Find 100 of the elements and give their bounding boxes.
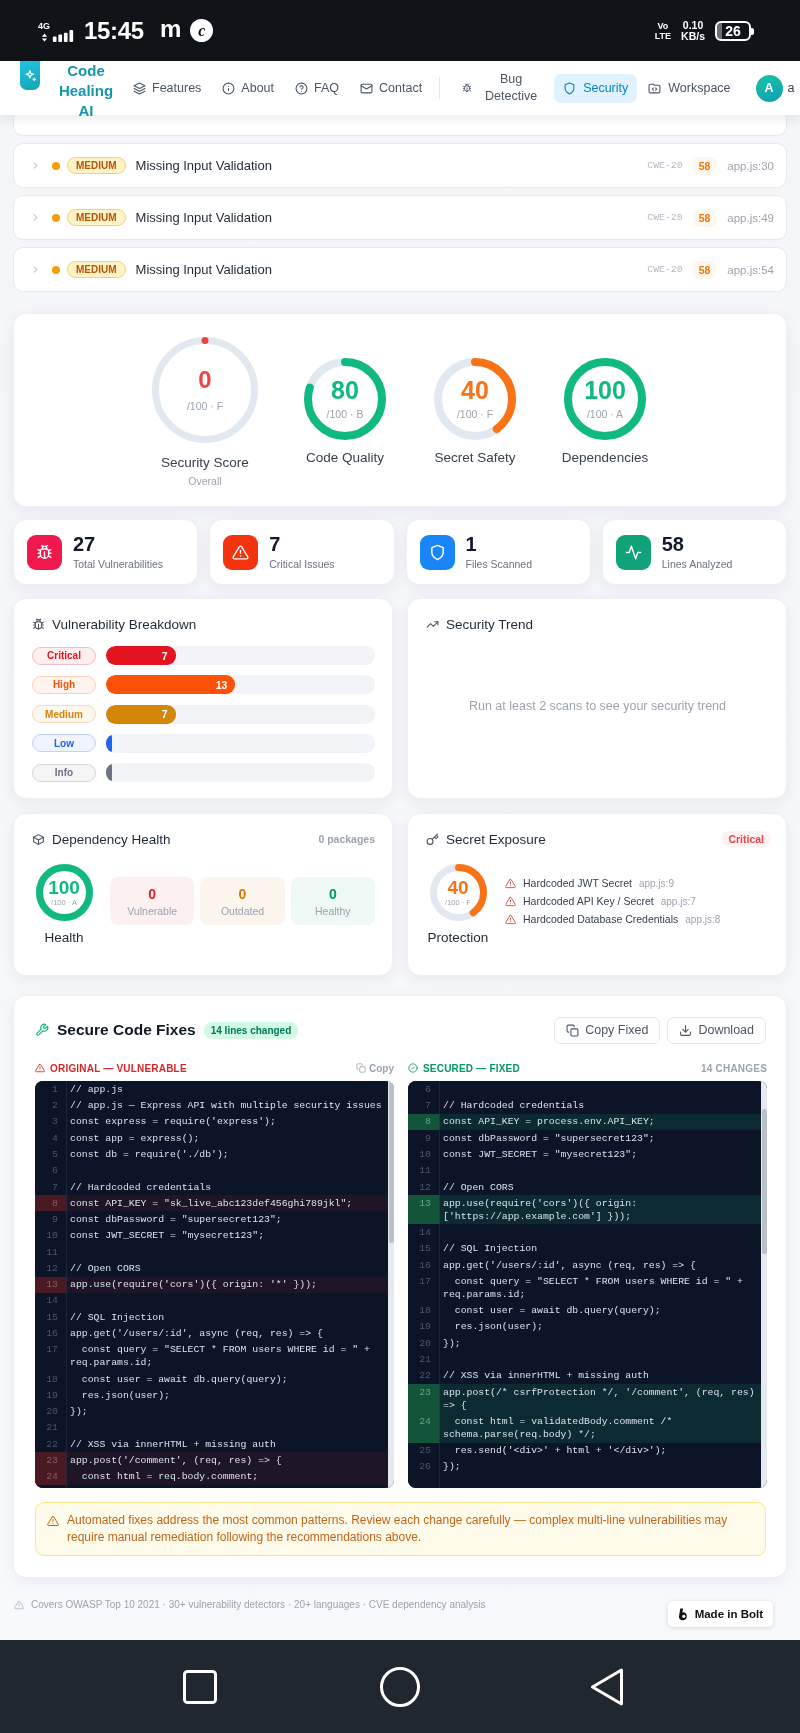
line-number: 10 [45,1229,59,1244]
code-text: // XSS via innerHTML + missing auth [69,1437,277,1451]
package-icon [32,832,45,846]
panel-label: ORIGINAL — VULNERABLE [50,1062,187,1074]
severity-badge: MEDIUM [67,209,126,226]
nav-link[interactable]: Features [133,81,202,95]
issue-row[interactable]: MEDIUM Missing Input Validation CWE-20 58 app.js:30 [13,143,787,188]
stat-value: 0 [148,885,157,902]
code-text: const user = await db.query(query); [80,1372,289,1386]
code-text: }); [442,1460,462,1474]
code-text: const dbPassword = "supersecret123"; [69,1213,283,1227]
volte-label: Vo [657,20,669,31]
severity-label: Info [32,763,96,782]
file-location: app.js:8 [685,913,721,925]
code-text: const dbPassword = "supersecret123"; [442,1131,656,1145]
line-number: 18 [418,1304,432,1319]
network-type-label: 4G [38,20,50,31]
stat-value: 7 [269,533,282,555]
line-number: 7 [424,1099,432,1114]
line-number: 26 [418,1460,432,1475]
scrollbar[interactable] [388,1081,394,1489]
layers-icon [133,81,146,95]
back-icon[interactable] [590,1667,624,1706]
stat-label: Critical Issues [269,557,335,571]
issue-row[interactable]: MEDIUM Missing Input Validation CWE-20 58 app.js:49 [13,195,787,240]
score-sublabel: Overall [188,473,222,488]
cwe-id: CWE-20 [647,264,683,275]
issue-row[interactable]: MEDIUM Missing Input Validation CWE-20 58 app.js:54 [13,247,787,292]
code-text: const API_KEY = "sk_live_abc123def456ghi789jkl"; [69,1196,354,1210]
code-text: res.send('<div>' + html + '</div>'); [453,1444,668,1458]
risk-score-badge: 58 [692,260,717,279]
line-number: 3 [51,1115,59,1130]
severity-badge: MEDIUM [67,261,126,278]
help-icon [295,81,308,95]
stat-label: Healthy [315,904,351,917]
signal-icon [52,29,74,42]
line-number: 6 [424,1082,432,1097]
bar-value: 7 [161,649,169,662]
recent-apps-icon[interactable] [183,1669,217,1704]
sparkle-logo-icon[interactable] [20,61,40,90]
cwe-id: CWE-20 [647,160,683,171]
line-number: 2 [51,1099,59,1114]
home-icon[interactable] [380,1666,420,1707]
code-text: const JWT_SECRET = "mysecret123"; [69,1229,265,1243]
line-number: 23 [35,1452,66,1469]
changes-count: 14 CHANGES [701,1062,767,1074]
nav-link[interactable]: About [222,81,274,95]
line-number: 17 [45,1343,59,1358]
severity-label: Low [32,734,96,753]
nav-link[interactable]: FAQ [295,81,340,95]
score-label: Code Quality [305,449,384,466]
empty-message: Run at least 2 scans to see your security trend [468,698,727,713]
score-value: 40 [461,378,489,404]
footer-note: Covers OWASP Top 10 2021 · 30+ vulnerability detectors · 20+ languages · CVE dependency analysis [31,1598,486,1613]
stat-label: Vulnerable [127,904,178,917]
line-number: 15 [418,1242,432,1257]
section-title: Secure Code Fixes [57,1021,196,1040]
scrollbar[interactable] [761,1081,767,1489]
nav-link[interactable]: Contact [360,81,423,95]
score-value: 100 [48,878,80,898]
made-in-bolt-link[interactable]: Made in Bolt [667,1601,773,1628]
file-location: app.js:9 [638,877,674,889]
code-text: const html = req.body.comment; [80,1470,260,1484]
score-value: 0 [198,367,212,392]
bar-value: 7 [161,708,169,721]
line-number: 19 [45,1388,59,1403]
copy-fixed-button[interactable]: Copy Fixed [554,1016,661,1044]
score-value: 80 [331,378,359,404]
note-text: Automated fixes address the most common patterns. Review each change carefully — complex multi-line vulnerabilities may require manual remediation following the recommendations above. [67,1512,729,1547]
line-number: 12 [45,1261,59,1276]
line-number: 1 [51,1082,59,1097]
code-text: }); [442,1336,462,1350]
nav-tab[interactable]: Bug Detective [453,73,553,103]
warning-icon [505,895,516,907]
code-text: // SQL Injection [442,1242,539,1256]
line-number: 21 [418,1353,432,1368]
line-number: 25 [418,1444,432,1459]
nav-tab[interactable]: Security [554,73,638,103]
scrollbar-thumb[interactable] [762,1109,767,1255]
warning-icon [47,1515,59,1528]
copy-icon [566,1023,580,1037]
line-number: 12 [418,1180,432,1195]
file-location: app.js:7 [660,895,696,907]
download-button[interactable]: Download [667,1016,766,1044]
user-name: a [787,81,795,95]
code-text: app.get('/users/:id', async (req, res) => { [442,1258,697,1272]
file-location: app.js:49 [727,211,774,224]
status-time: 15:45 [84,16,144,45]
line-number: 20 [45,1405,59,1420]
line-number: 16 [45,1327,59,1342]
line-number: 14 [45,1294,59,1309]
code-text: const user = await db.query(query); [453,1304,662,1318]
code-text: res.json(user); [80,1388,171,1402]
scrollbar-thumb[interactable] [389,1081,394,1244]
bar-value: 13 [215,678,229,691]
severity-badge: MEDIUM [67,157,126,174]
file-location: app.js:30 [727,159,774,172]
nav-tab[interactable]: Workspace [639,73,740,103]
code-text: // Open CORS [69,1261,142,1275]
line-number: 16 [418,1258,432,1273]
